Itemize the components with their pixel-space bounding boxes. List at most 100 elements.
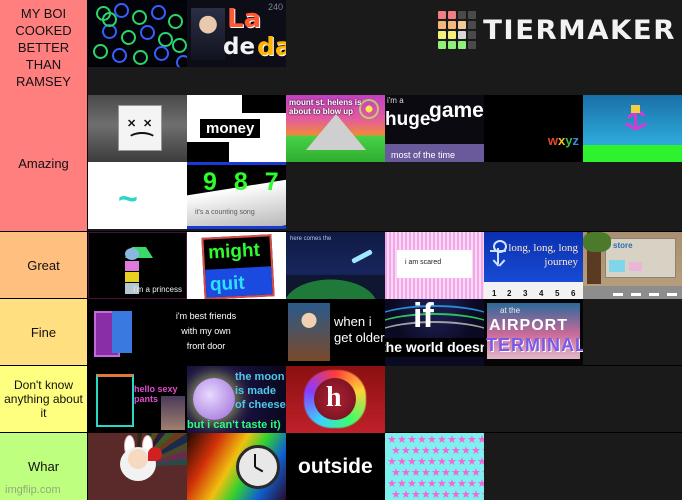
huge-gamer-thumbnail[interactable]: i'm a huge gamer most of the time [385, 95, 484, 162]
i-am-scared-text: i am scared [405, 259, 442, 266]
star-icon: ★ [471, 489, 481, 500]
if-the-world-thumbnail[interactable]: if the world doesn't end [385, 299, 484, 366]
tier-items-4[interactable]: hello sexy pants the moon is made of chees… [88, 366, 682, 433]
money-thumbnail[interactable]: money [187, 95, 286, 162]
quit-text: quit [209, 272, 246, 296]
when-i-get-older-thumbnail[interactable]: when i get older [286, 299, 385, 366]
outside-text: outside [298, 455, 373, 478]
mount-st-helens-thumbnail[interactable]: mount st. helens is about to blow up [286, 95, 385, 162]
im-a-princess-thumbnail[interactable]: i'm a princess [88, 232, 187, 299]
hello-sexy-pants-thumbnail[interactable]: hello sexy pants [88, 366, 187, 433]
i-am-scared-thumbnail[interactable]: i am scared [385, 232, 484, 299]
dancer-grass [583, 145, 682, 162]
moon-art [193, 378, 235, 420]
might-text: might [207, 239, 261, 264]
tier-row-0: MY BOI COOKED BETTER THAN RAMSEY 240 La … [0, 0, 682, 95]
here-comes-the-thumbnail[interactable]: here comes the [286, 232, 385, 299]
tier-label-1-text: Amazing [18, 155, 69, 171]
tier-row-2: Great i'm a princess might quit here com… [0, 232, 682, 299]
here-comes-hill [286, 275, 385, 299]
wxyz-thumbnail[interactable]: wxyz [484, 95, 583, 162]
tier-items-2[interactable]: i'm a princess might quit here comes the… [88, 232, 682, 299]
airport-terminal-thumbnail[interactable]: at the AIRPORT TERMINAL [484, 299, 583, 366]
store-thumbnail[interactable]: store [583, 232, 682, 299]
counting-subtext: it's a counting song [195, 209, 255, 216]
tiermaker-logo-grid [437, 11, 476, 49]
star-icon: ★ [391, 489, 401, 500]
star-icon: ★ [441, 489, 451, 500]
h-flower-thumbnail[interactable]: h [286, 366, 385, 433]
world-text: the world doesn't end [385, 339, 484, 355]
counting-song-thumbnail[interactable]: 9 8 7 it's a counting song [187, 162, 286, 229]
older-photo [288, 303, 330, 361]
pants-art [96, 374, 134, 427]
santa-hat [148, 447, 162, 461]
tier-row-1: Amazing ✕ ✕ money mount st. helens is ab… [0, 95, 682, 232]
gamer-line1: i'm a [387, 96, 404, 105]
tier-label-4[interactable]: Don't know anything about it [0, 366, 88, 432]
outside-thumbnail[interactable]: outside [286, 433, 385, 500]
moon-cheese-thumbnail[interactable]: the moon is made of cheese but i can't tas… [187, 366, 286, 433]
fire-clock-thumbnail[interactable] [187, 433, 286, 500]
journey-text: long, long, long journey [508, 242, 578, 268]
star-icon: ★ [451, 489, 461, 500]
star-icon: ★ [401, 489, 411, 500]
pants-photo [161, 396, 185, 430]
tier-items-3[interactable]: i'm best friends with my own front door wh… [88, 299, 682, 366]
airport-line2: AIRPORT [489, 317, 568, 334]
journey-ruler: 123 456 [484, 282, 583, 299]
la-de-da-photo [191, 8, 225, 60]
i-am-scared-box: i am scared [397, 250, 472, 278]
star-icon: ★ [431, 489, 441, 500]
gamer-line3: gamer [429, 99, 484, 122]
best-friends-door-thumbnail[interactable]: i'm best friends with my own front door [88, 299, 286, 366]
pink-stars-thumbnail[interactable]: ★ ★ ★ ★ ★ ★ ★ ★ ★ ★ ★ ★ ★ ★ ★ ★ ★ ★ ★ ★ ★ ★ ★ ★ ★ ★ ★ ★ ★ ★ ★ ★ ★ ★ ★ ★ ★ ★ ★ ★… [385, 433, 484, 500]
might-quit-thumbnail[interactable]: might quit [187, 232, 286, 299]
dancer-thumbnail[interactable] [583, 95, 682, 162]
star-icon: ★ [481, 490, 484, 500]
sad-face-thumbnail[interactable]: ✕ ✕ [88, 95, 187, 162]
la-de-da-da-text: da [257, 32, 286, 61]
la-de-da-de-text: de [223, 34, 256, 60]
tier-label-4-text: Don't know anything about it [4, 378, 83, 420]
if-text: if [413, 299, 434, 335]
la-de-da-la-text: La [227, 4, 262, 34]
la-de-da-thumbnail[interactable]: 240 La de da [187, 0, 286, 67]
moon-subtext: but i can't taste it) [187, 419, 281, 431]
h-letter-text: h [326, 382, 342, 413]
santa-rabbit-thumbnail[interactable] [88, 433, 187, 500]
tier-label-2[interactable]: Great [0, 232, 88, 298]
tier-items-0[interactable]: 240 La de da TIERMAKER [88, 0, 682, 95]
tier-label-5[interactable]: Whar imgflip.com [0, 433, 88, 500]
tier-row-5: Whar imgflip.com outside ★ ★ ★ ★ ★ ★ ★ ★… [0, 433, 682, 500]
world-bar: the world doesn't end [385, 338, 484, 357]
store-tree [583, 232, 611, 284]
older-text: when i get older [334, 314, 385, 345]
here-comes-text: here comes the [290, 236, 332, 242]
tier-label-2-text: Great [27, 257, 60, 273]
rings-thumbnail[interactable] [88, 0, 187, 67]
tier-row-3: Fine i'm best friends with my own front do… [0, 299, 682, 366]
long-journey-thumbnail[interactable]: long, long, long journey 123 456 [484, 232, 583, 299]
tier-label-0-text: MY BOI COOKED BETTER THAN RAMSEY [15, 6, 72, 89]
tier-items-5[interactable]: outside ★ ★ ★ ★ ★ ★ ★ ★ ★ ★ ★ ★ ★ ★ ★ ★ ★ ★ ★ ★ ★ ★ ★ ★ ★ ★ ★ ★ ★ ★ ★ ★… [88, 433, 682, 500]
tilde-thumbnail[interactable]: ~ [88, 162, 187, 229]
best-friends-text: i'm best friends with my own front door [175, 311, 237, 351]
store-road [583, 286, 682, 299]
tier-items-1[interactable]: ✕ ✕ money mount st. helens is about to b… [88, 95, 682, 231]
rings-art [88, 0, 187, 67]
tier-list-board: MY BOI COOKED BETTER THAN RAMSEY 240 La … [0, 0, 682, 500]
wxyz-text: wxyz [547, 133, 579, 148]
gamer-line2: huge [385, 109, 431, 130]
tier-label-3[interactable]: Fine [0, 299, 88, 365]
gamer-line4: most of the time [391, 150, 456, 160]
tier-label-0[interactable]: MY BOI COOKED BETTER THAN RAMSEY [0, 0, 88, 95]
tier-label-1[interactable]: Amazing [0, 95, 88, 231]
tiermaker-logo-text: TIERMAKER [482, 14, 676, 46]
here-comes-swoosh [351, 249, 373, 264]
star-icon: ★ [411, 489, 421, 500]
tier-row-4: Don't know anything about it hello sexy … [0, 366, 682, 433]
clock-face [236, 445, 280, 489]
volcano-shape [306, 114, 366, 150]
tilde-text: ~ [118, 180, 138, 218]
